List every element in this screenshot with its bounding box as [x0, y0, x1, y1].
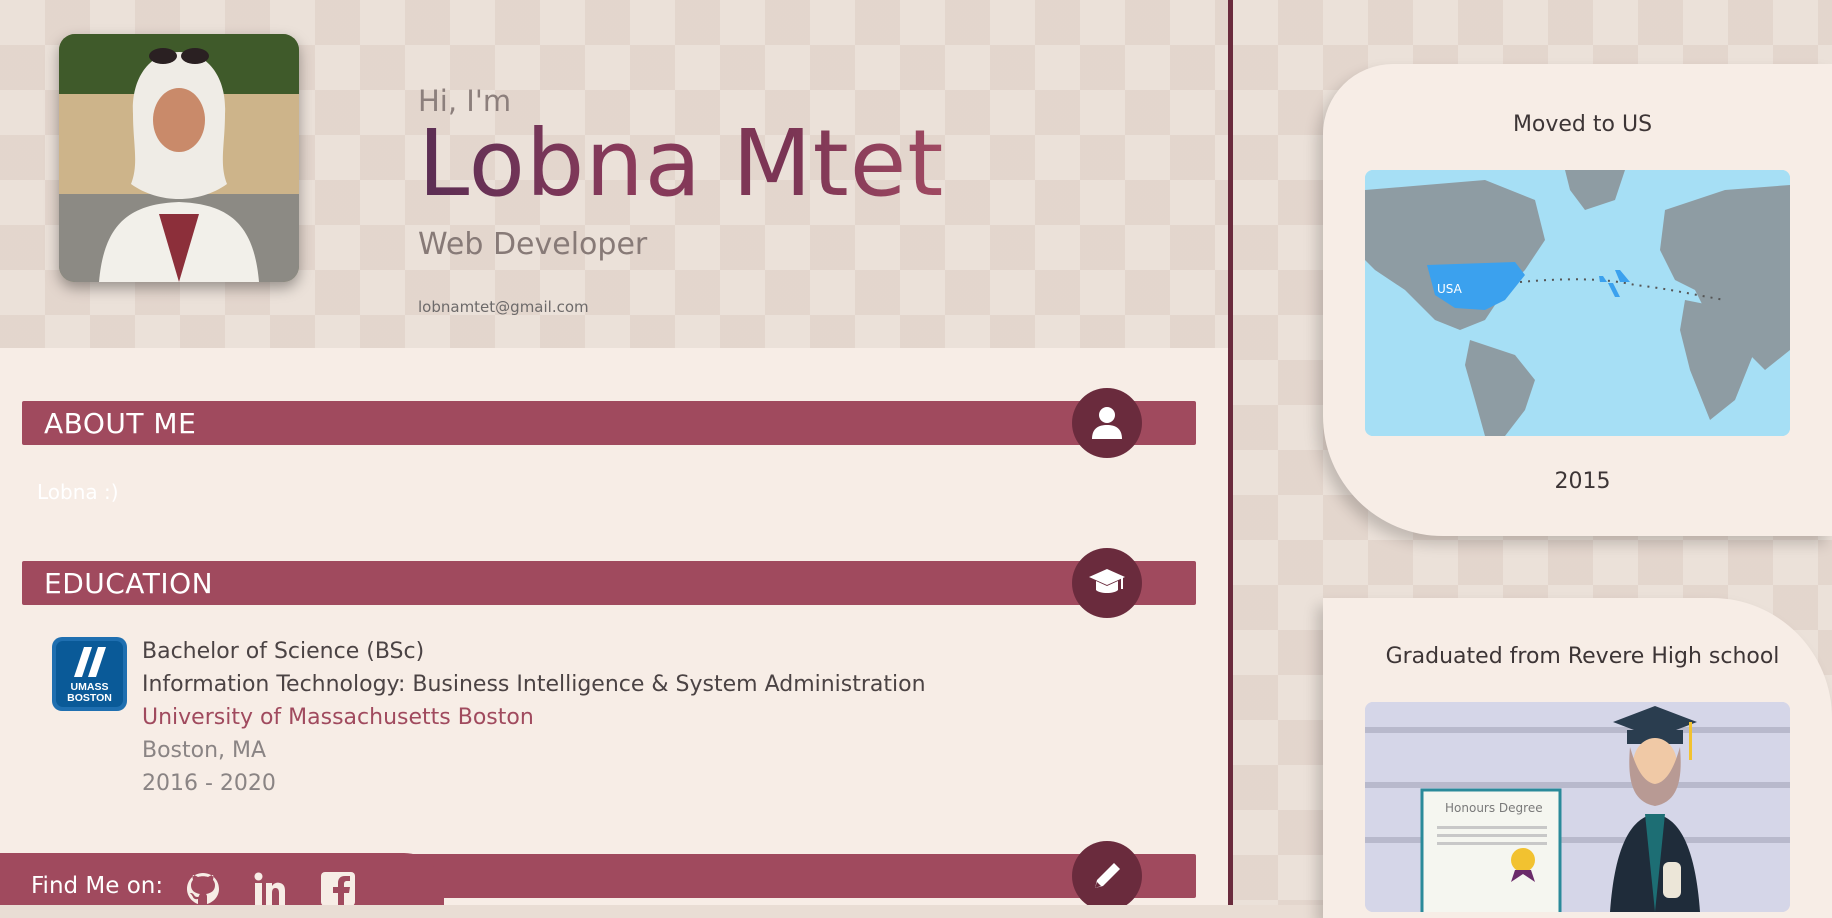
education-location: Boston, MA [142, 738, 267, 763]
graduation-cap-icon [1072, 548, 1142, 618]
profile-name: Lobna Mtet [418, 110, 945, 217]
person-icon [1072, 388, 1142, 458]
linkedin-icon[interactable] [252, 871, 288, 905]
education-school: University of Massachusetts Boston [142, 705, 534, 730]
resume-main-panel: Hi, I'm Lobna Mtet Web Developer lobnamt… [0, 0, 1229, 905]
world-map-image: USA [1365, 170, 1790, 436]
graduation-image: Honours Degree [1365, 702, 1790, 912]
umass-logo: UMASS BOSTON [52, 637, 127, 711]
timeline-card-year: 2015 [1554, 469, 1611, 494]
umass-logo-line2: BOSTON [67, 692, 112, 704]
find-me-bar: Find Me on: [0, 853, 444, 905]
about-section-title: ABOUT ME [44, 407, 197, 440]
github-icon[interactable] [185, 871, 221, 905]
profile-email[interactable]: lobnamtet@gmail.com [418, 298, 589, 316]
education-field: Information Technology: Business Intelli… [142, 672, 926, 697]
education-degree: Bachelor of Science (BSc) [142, 639, 425, 664]
find-me-label: Find Me on: [31, 873, 164, 899]
profile-header: Hi, I'm Lobna Mtet Web Developer lobnamt… [0, 0, 1229, 348]
timeline-card-title: Graduated from Revere High school [1385, 644, 1780, 669]
facebook-icon[interactable] [320, 871, 356, 905]
timeline-card: Graduated from Revere High school Honour… [1323, 598, 1832, 918]
certificate-label: Honours Degree [1445, 801, 1543, 815]
education-section-title: EDUCATION [44, 567, 214, 600]
pencil-icon [1072, 841, 1142, 905]
education-section-header: EDUCATION [22, 561, 1196, 605]
education-years: 2016 - 2020 [142, 771, 276, 796]
about-section-header: ABOUT ME [22, 401, 1196, 445]
timeline-card: Moved to US USA 2015 [1323, 64, 1832, 536]
profile-role: Web Developer [418, 227, 648, 262]
profile-photo [59, 34, 299, 282]
map-usa-label: USA [1437, 282, 1463, 296]
timeline-panel: Moved to US USA 2015 Graduated from Reve… [1233, 0, 1832, 918]
timeline-card-title: Moved to US [1512, 112, 1653, 137]
about-text: Lobna :) [37, 480, 119, 504]
